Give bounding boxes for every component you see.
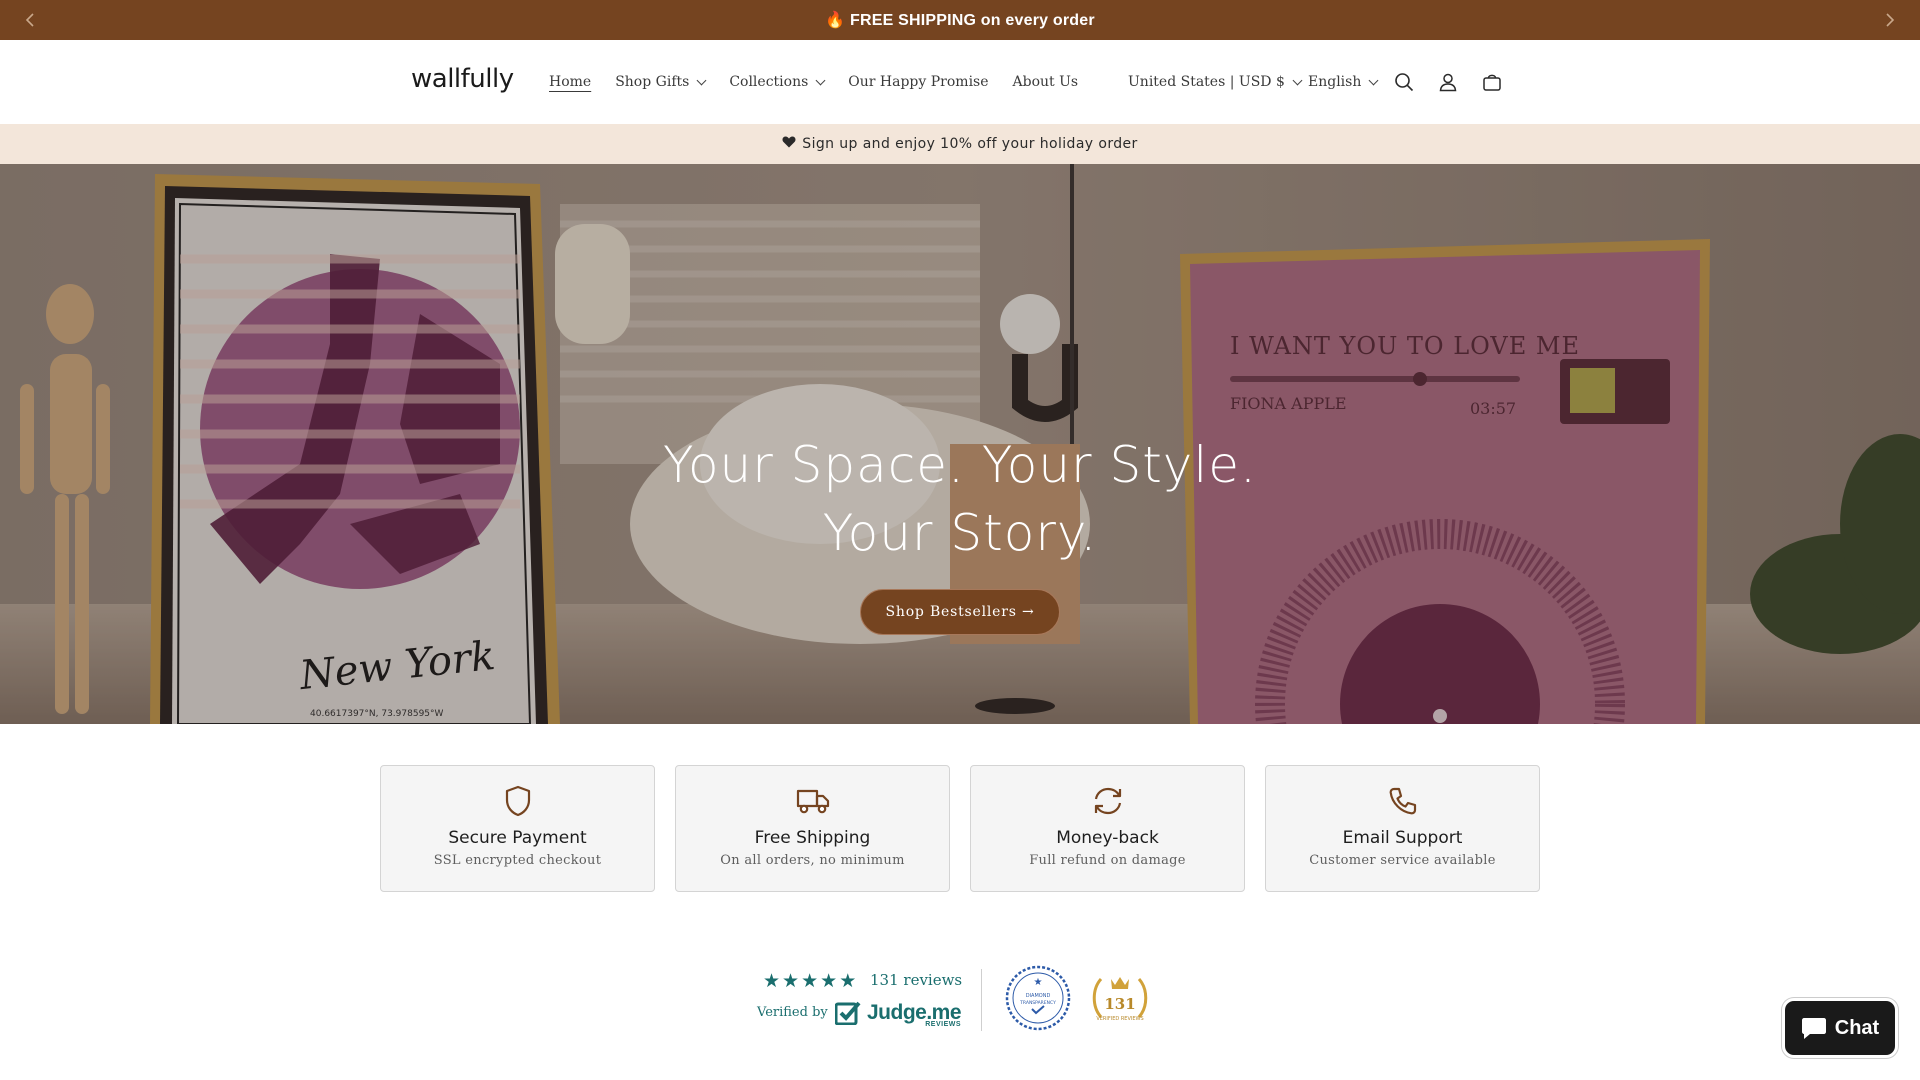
chevron-down-icon xyxy=(1368,75,1379,85)
search-button[interactable] xyxy=(1390,68,1418,96)
announcement-bar: 🔥 FREE SHIPPING on every order xyxy=(0,0,1920,40)
site-logo[interactable]: wallfully xyxy=(411,64,514,94)
promo-text: Sign up and enjoy 10% off your holiday o… xyxy=(802,136,1138,152)
feature-subtitle: Full refund on damage xyxy=(1029,853,1186,868)
feature-card-email-support: Email Support Customer service available xyxy=(1265,765,1540,892)
feature-subtitle: On all orders, no minimum xyxy=(720,853,905,868)
feature-card-money-back: Money-back Full refund on damage xyxy=(970,765,1245,892)
star-icon: ★ xyxy=(839,970,857,992)
feature-subtitle: SSL encrypted checkout xyxy=(433,853,602,868)
feature-title: Secure Payment xyxy=(448,828,587,848)
feature-card-secure-payment: Secure Payment SSL encrypted checkout xyxy=(380,765,655,892)
feature-title: Money-back xyxy=(1056,828,1159,848)
star-icon: ★ xyxy=(801,970,819,992)
diamond-transparency-badge[interactable]: ★ DIAMOND TRANSPARENCY xyxy=(1005,965,1071,1031)
account-button[interactable] xyxy=(1434,68,1462,96)
main-nav: Home Shop Gifts Collections Our Happy Pr… xyxy=(549,40,1102,124)
country-selector[interactable]: United States | USD $ xyxy=(1128,40,1303,124)
feature-card-free-shipping: Free Shipping On all orders, no minimum xyxy=(675,765,950,892)
star-icon: ★ xyxy=(820,970,838,992)
nav-item-label: Our Happy Promise xyxy=(848,74,989,90)
country-selector-label: United States | USD $ xyxy=(1128,74,1285,90)
hero-title: Your Space. Your Style. Your Story. xyxy=(0,431,1920,567)
reviews-widget[interactable]: ★ ★ ★ ★ ★ 131 reviews Verified by Judge.… xyxy=(755,965,1165,1035)
chat-label: Chat xyxy=(1834,1016,1880,1039)
chevron-down-icon xyxy=(696,75,707,85)
cart-icon xyxy=(1483,74,1501,91)
phone-icon xyxy=(1388,784,1418,818)
account-icon xyxy=(1439,73,1457,92)
nav-item-label: About Us xyxy=(1012,74,1079,90)
chevron-down-icon xyxy=(1292,75,1303,85)
nav-item-label: Shop Gifts xyxy=(615,74,690,90)
site-header: wallfully Home Shop Gifts Collections Ou… xyxy=(0,40,1920,124)
chat-button[interactable]: Chat xyxy=(1782,998,1898,1058)
judgeme-logo[interactable]: Judge.me REVIEWS xyxy=(835,1001,962,1028)
language-selector-label: English xyxy=(1308,74,1362,90)
reviews-divider xyxy=(981,969,982,1031)
judgeme-check-icon xyxy=(835,1001,861,1025)
feature-title: Free Shipping xyxy=(754,828,871,848)
nav-item-happy-promise[interactable]: Our Happy Promise xyxy=(848,74,988,90)
hero-title-line-2: Your Story. xyxy=(822,504,1098,562)
feature-subtitle: Customer service available xyxy=(1309,853,1496,868)
cart-button[interactable] xyxy=(1478,68,1506,96)
nav-item-collections[interactable]: Collections xyxy=(729,74,826,90)
shop-bestsellers-button[interactable]: Shop Bestsellers → xyxy=(860,589,1060,635)
chevron-right-icon xyxy=(1886,13,1895,27)
promo-bar[interactable]: Sign up and enjoy 10% off your holiday o… xyxy=(0,124,1920,164)
svg-text:DIAMOND: DIAMOND xyxy=(1026,993,1051,999)
verified-by-label: Verified by xyxy=(757,1005,828,1020)
verified-reviews-badge[interactable]: 131 VERIFIED REVIEWS xyxy=(1087,965,1153,1031)
verified-badge-count: 131 xyxy=(1104,995,1135,1013)
chevron-down-icon xyxy=(815,75,826,85)
language-selector[interactable]: English xyxy=(1308,40,1379,124)
truck-icon xyxy=(796,784,830,818)
star-icon: ★ xyxy=(782,970,800,992)
nav-item-label: Collections xyxy=(729,74,809,90)
star-rating: ★ ★ ★ ★ ★ xyxy=(763,970,856,992)
svg-text:TRANSPARENCY: TRANSPARENCY xyxy=(1019,1000,1056,1006)
star-icon: ★ xyxy=(763,970,781,992)
nav-item-shop-gifts[interactable]: Shop Gifts xyxy=(615,74,707,90)
hero-title-line-1: Your Space. Your Style. xyxy=(663,436,1257,494)
judgeme-brand: Judge.me xyxy=(867,1001,962,1024)
search-icon xyxy=(1395,73,1414,92)
nav-item-label: Home xyxy=(549,74,592,90)
chevron-left-icon xyxy=(25,13,34,27)
review-count[interactable]: 131 reviews xyxy=(870,971,962,989)
announcement-text: 🔥 FREE SHIPPING on every order xyxy=(825,12,1095,29)
shield-icon xyxy=(505,784,531,818)
announcement-next-button[interactable] xyxy=(1870,0,1910,40)
nav-item-home[interactable]: Home xyxy=(549,74,591,90)
heart-icon xyxy=(782,136,796,152)
refresh-icon xyxy=(1091,784,1125,818)
nav-item-about-us[interactable]: About Us xyxy=(1013,74,1079,90)
svg-text:★: ★ xyxy=(1034,977,1043,988)
announcement-prev-button[interactable] xyxy=(10,0,50,40)
chat-bubble-icon xyxy=(1801,1018,1826,1039)
verified-badge-label: VERIFIED REVIEWS xyxy=(1096,1016,1143,1022)
judgeme-sub: REVIEWS xyxy=(925,1021,962,1028)
feature-title: Email Support xyxy=(1342,828,1463,848)
